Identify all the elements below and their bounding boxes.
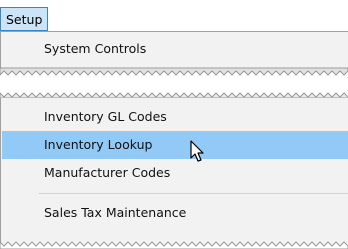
menu-separator (39, 193, 348, 194)
torn-edge-bottom (0, 241, 348, 249)
setup-dropdown-bottom: Inventory GL Codes Inventory Lookup Manu… (0, 98, 348, 246)
menu-item-inventory-lookup[interactable]: Inventory Lookup (2, 131, 348, 159)
menu-item-manufacturer-codes[interactable]: Manufacturer Codes (2, 159, 348, 187)
menu-item-system-controls[interactable]: System Controls (2, 35, 348, 63)
setup-menu[interactable]: Setup (0, 7, 49, 31)
menu-bar: Setup (0, 6, 49, 32)
torn-edge-top (0, 67, 348, 76)
setup-dropdown-top: System Controls (0, 31, 348, 70)
menu-item-inventory-gl-codes[interactable]: Inventory GL Codes (2, 103, 348, 131)
menu-item-sales-tax-maintenance[interactable]: Sales Tax Maintenance (2, 199, 348, 227)
mouse-pointer-icon (190, 140, 204, 162)
